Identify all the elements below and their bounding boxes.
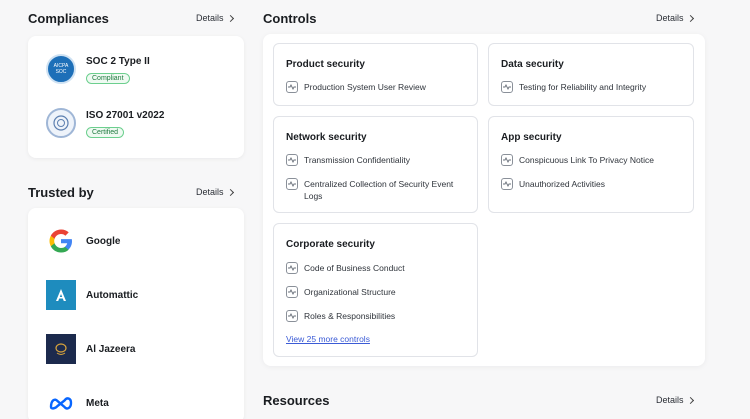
customer-name: Meta bbox=[86, 397, 109, 409]
control-item[interactable]: Roles & Responsibilities bbox=[286, 310, 395, 322]
customer-google: Google bbox=[46, 226, 120, 256]
google-logo-icon bbox=[46, 226, 76, 256]
compliance-item-iso[interactable]: ISO 27001 v2022 Certified bbox=[46, 108, 164, 139]
control-group-data-security[interactable]: Data security Testing for Reliability an… bbox=[488, 43, 694, 106]
resources-title: Resources bbox=[263, 393, 330, 408]
activity-icon bbox=[286, 262, 298, 274]
control-item[interactable]: Unauthorized Activities bbox=[501, 178, 605, 190]
control-group-title: Network security bbox=[286, 132, 367, 143]
control-group-title: Product security bbox=[286, 59, 365, 70]
chevron-right-icon bbox=[686, 396, 694, 404]
controls-details-link[interactable]: Details bbox=[656, 13, 694, 23]
activity-icon bbox=[286, 154, 298, 166]
customer-automattic: Automattic bbox=[46, 280, 138, 310]
activity-icon bbox=[286, 286, 298, 298]
compliance-name: SOC 2 Type II bbox=[86, 56, 150, 67]
control-group-title: App security bbox=[501, 132, 562, 143]
compliance-item-soc2[interactable]: AICPA SOC SOC 2 Type II Compliant bbox=[46, 54, 150, 85]
control-group-network-security[interactable]: Network security Transmission Confidenti… bbox=[273, 116, 478, 213]
control-item[interactable]: Production System User Review bbox=[286, 81, 426, 93]
iso-seal-icon bbox=[46, 108, 76, 138]
status-badge: Certified bbox=[86, 127, 125, 138]
customer-meta: Meta bbox=[46, 388, 109, 418]
details-label: Details bbox=[656, 13, 684, 23]
compliance-name: ISO 27001 v2022 bbox=[86, 110, 165, 121]
compliances-title: Compliances bbox=[28, 11, 109, 26]
control-item[interactable]: Code of Business Conduct bbox=[286, 262, 405, 274]
meta-logo-icon bbox=[46, 388, 76, 418]
activity-icon bbox=[501, 81, 513, 93]
chevron-right-icon bbox=[226, 14, 234, 22]
customer-name: Al Jazeera bbox=[86, 343, 136, 355]
customer-al-jazeera: Al Jazeera bbox=[46, 334, 135, 364]
chevron-right-icon bbox=[686, 14, 694, 22]
activity-icon bbox=[501, 178, 513, 190]
control-item[interactable]: Centralized Collection of Security Event… bbox=[286, 178, 471, 202]
controls-card: Product security Production System User … bbox=[263, 34, 705, 366]
details-label: Details bbox=[196, 13, 224, 23]
activity-icon bbox=[286, 178, 298, 190]
compliances-details-link[interactable]: Details bbox=[196, 13, 234, 23]
controls-title: Controls bbox=[263, 11, 317, 26]
activity-icon bbox=[286, 81, 298, 93]
automattic-logo-icon bbox=[46, 280, 76, 310]
trusted-by-card: Google Automattic Al Jazeera Meta bbox=[28, 208, 244, 419]
control-group-title: Data security bbox=[501, 59, 564, 70]
activity-icon bbox=[501, 154, 513, 166]
al-jazeera-logo-icon bbox=[46, 334, 76, 364]
trusted-by-title: Trusted by bbox=[28, 185, 94, 200]
view-more-controls-link[interactable]: View 25 more controls bbox=[286, 334, 370, 344]
control-item[interactable]: Testing for Reliability and Integrity bbox=[501, 81, 646, 93]
control-group-corporate-security[interactable]: Corporate security Code of Business Cond… bbox=[273, 223, 478, 357]
control-group-app-security[interactable]: App security Conspicuous Link To Privacy… bbox=[488, 116, 694, 213]
compliances-card: AICPA SOC SOC 2 Type II Compliant ISO 27… bbox=[28, 36, 244, 158]
activity-icon bbox=[286, 310, 298, 322]
details-label: Details bbox=[196, 187, 224, 197]
control-item[interactable]: Organizational Structure bbox=[286, 286, 396, 298]
control-group-product-security[interactable]: Product security Production System User … bbox=[273, 43, 478, 106]
trusted-by-details-link[interactable]: Details bbox=[196, 187, 234, 197]
chevron-right-icon bbox=[226, 188, 234, 196]
customer-name: Google bbox=[86, 235, 121, 247]
status-badge: Compliant bbox=[86, 73, 130, 84]
aicpa-soc-badge-icon: AICPA SOC bbox=[46, 54, 76, 84]
control-item[interactable]: Conspicuous Link To Privacy Notice bbox=[501, 154, 654, 166]
details-label: Details bbox=[656, 395, 684, 405]
control-item[interactable]: Transmission Confidentiality bbox=[286, 154, 410, 166]
control-group-title: Corporate security bbox=[286, 239, 375, 250]
resources-details-link[interactable]: Details bbox=[656, 395, 694, 405]
customer-name: Automattic bbox=[86, 289, 139, 301]
